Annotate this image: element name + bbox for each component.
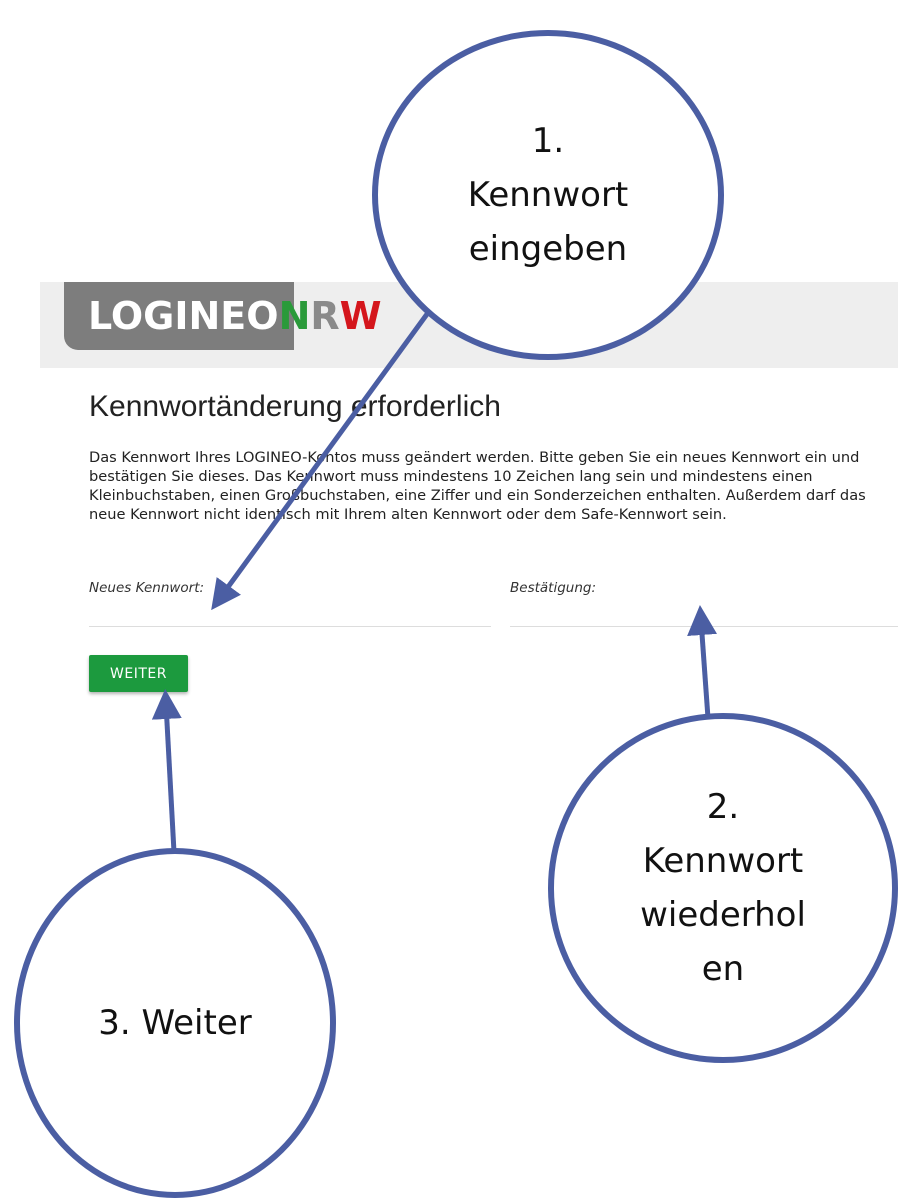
password-requirements-text: Das Kennwort Ihres LOGINEO-Kontos muss g… <box>89 449 866 523</box>
confirm-password-label: Bestätigung: <box>510 580 597 596</box>
confirm-password-input[interactable] <box>510 598 898 627</box>
new-password-label: Neues Kennwort: <box>89 580 205 596</box>
logo-text: LOGINEONRW <box>88 294 382 338</box>
annotation-step3-text: 3. Weiter <box>98 1003 252 1043</box>
new-password-input[interactable] <box>89 598 491 627</box>
logineo-nrw-logo: LOGINEONRW <box>64 282 386 350</box>
annotation-bubble-step2: 2. Kennwort wiederhol en <box>548 713 898 1063</box>
logo-text-n: N <box>278 294 311 338</box>
logo-text-w: W <box>339 294 382 338</box>
annotation-bubble-step3: 3. Weiter <box>14 848 336 1198</box>
page: LOGINEONRW Kennwortänderung erforderlich… <box>0 0 898 1198</box>
arrow-step2 <box>687 605 718 719</box>
logo-text-r: R <box>310 294 340 338</box>
logo-text-logineo: LOGINEO <box>88 294 279 338</box>
annotation-step2-text: 2. Kennwort wiederhol en <box>640 787 806 989</box>
annotation-bubble-step1: 1. Kennwort eingeben <box>372 30 724 360</box>
page-title: Kennwortänderung erforderlich <box>89 390 501 423</box>
weiter-button[interactable]: WEITER <box>89 655 188 692</box>
arrow-step3 <box>151 689 182 853</box>
annotation-step1-text: 1. Kennwort eingeben <box>467 121 629 269</box>
